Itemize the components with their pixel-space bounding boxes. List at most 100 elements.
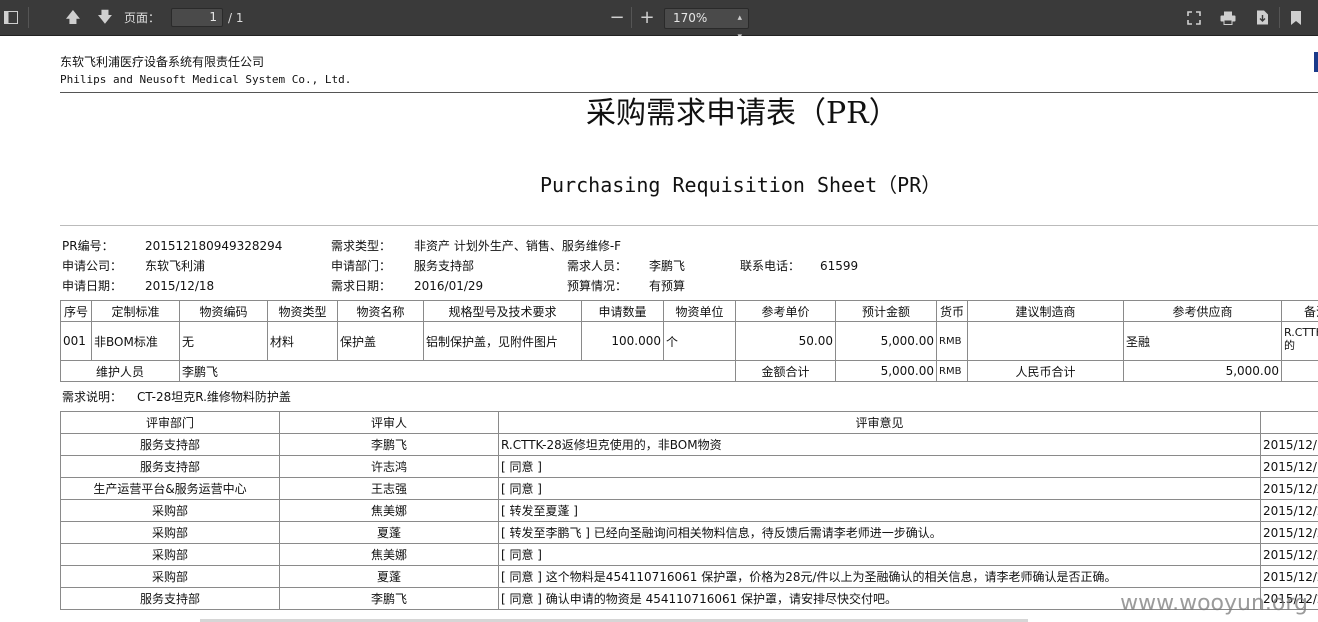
review-person: 焦美娜 bbox=[279, 543, 499, 566]
page-number-input[interactable]: 1 bbox=[171, 8, 223, 27]
review-person: 李鹏飞 bbox=[279, 433, 499, 456]
col-header: 评审人 bbox=[279, 411, 499, 434]
total-amount: 5,000.00 bbox=[835, 360, 937, 382]
download-icon bbox=[1256, 10, 1268, 25]
review-person: 许志鸿 bbox=[279, 455, 499, 478]
requester-label: 需求人员： bbox=[567, 259, 628, 273]
item-seq: 001 bbox=[60, 321, 92, 361]
zoom-value: 170% bbox=[673, 11, 708, 25]
review-date: 2015/12/2 bbox=[1260, 565, 1318, 588]
review-dept: 采购部 bbox=[60, 543, 280, 566]
minus-icon: − bbox=[609, 6, 625, 28]
col-header: 规格型号及技术要求 bbox=[423, 300, 582, 322]
phone-label: 联系电话： bbox=[740, 259, 801, 273]
item-code: 无 bbox=[179, 321, 268, 361]
fullscreen-button[interactable] bbox=[1184, 0, 1204, 35]
total-remark bbox=[1281, 360, 1318, 382]
review-date: 2015/12/2 bbox=[1260, 521, 1318, 544]
plus-icon: + bbox=[639, 6, 655, 28]
item-currency: RMB bbox=[936, 321, 968, 361]
pdf-page: 东软飞利浦医疗设备系统有限责任公司 Philips and Neusoft Me… bbox=[0, 36, 1318, 622]
item-type: 材料 bbox=[267, 321, 338, 361]
sidebar-toggle-button[interactable] bbox=[0, 0, 22, 35]
zoom-select[interactable]: 170% ▴▾ bbox=[664, 8, 749, 42]
item-amount: 5,000.00 bbox=[835, 321, 937, 361]
review-row: 服务支持部 许志鸿 [ 同意 ] 2015/12/1 bbox=[60, 455, 1318, 478]
pr-number-label: PR编号： bbox=[62, 239, 114, 253]
budget-label: 预算情况： bbox=[567, 279, 628, 293]
item-manufacturer bbox=[967, 321, 1124, 361]
review-row: 采购部 夏蓬 [ 同意 ] 这个物料是454110716061 保护罩，价格为2… bbox=[60, 565, 1318, 588]
item-unit: 个 bbox=[663, 321, 736, 361]
rmb-total: 5,000.00 bbox=[1123, 360, 1282, 382]
previous-page-button[interactable]: 🡅 bbox=[62, 0, 84, 35]
col-header: 货币 bbox=[936, 300, 968, 322]
fullscreen-icon bbox=[1187, 10, 1201, 25]
total-row: 维护人员 李鹏飞 金额合计 5,000.00 RMB 人民币合计 5,000.0… bbox=[60, 360, 1318, 382]
company-name-en: Philips and Neusoft Medical System Co., … bbox=[60, 73, 352, 86]
maintainer-label: 维护人员 bbox=[60, 360, 180, 382]
review-date: 2015/12/1 bbox=[1260, 455, 1318, 478]
review-dept: 服务支持部 bbox=[60, 455, 280, 478]
item-standard: 非BOM标准 bbox=[91, 321, 180, 361]
review-row: 服务支持部 李鹏飞 R.CTTK-28返修坦克使用的，非BOM物资 2015/1… bbox=[60, 433, 1318, 456]
download-button[interactable] bbox=[1251, 0, 1273, 35]
item-remark: R.CTTK 的 bbox=[1281, 321, 1318, 361]
review-dept: 服务支持部 bbox=[60, 433, 280, 456]
item-remark-line2: 的 bbox=[1284, 339, 1295, 352]
review-opinion: [ 同意 ] bbox=[498, 455, 1261, 478]
col-header: 物资类型 bbox=[267, 300, 338, 322]
zoom-out-button[interactable]: − bbox=[606, 0, 628, 35]
company-name-cn: 东软飞利浦医疗设备系统有限责任公司 bbox=[60, 55, 265, 69]
col-header: 评审部门 bbox=[60, 411, 280, 434]
item-name: 保护盖 bbox=[337, 321, 424, 361]
col-header: 预计金额 bbox=[835, 300, 937, 322]
department-value: 服务支持部 bbox=[414, 259, 475, 273]
printer-icon bbox=[1220, 11, 1236, 25]
col-header-date bbox=[1260, 411, 1318, 434]
pr-number: 201512180949328294 bbox=[145, 239, 283, 253]
review-opinion: [ 同意 ] 这个物料是454110716061 保护罩，价格为28元/件以上为… bbox=[498, 565, 1261, 588]
review-opinion: [ 同意 ] bbox=[498, 477, 1261, 500]
review-row: 采购部 焦美娜 [ 转发至夏蓬 ] 2015/12/2 bbox=[60, 499, 1318, 522]
total-label: 金额合计 bbox=[735, 360, 836, 382]
col-header: 物资单位 bbox=[663, 300, 736, 322]
col-header: 申请数量 bbox=[581, 300, 664, 322]
print-button[interactable] bbox=[1217, 0, 1239, 35]
next-page-button[interactable]: 🡇 bbox=[94, 0, 116, 35]
description-value: CT-28坦克R.维修物料防护盖 bbox=[137, 390, 291, 404]
header-rule bbox=[60, 92, 1318, 93]
items-table: 序号 定制标准 物资编码 物资类型 物资名称 规格型号及技术要求 申请数量 物资… bbox=[60, 300, 1318, 382]
requester-value: 李鹏飞 bbox=[649, 259, 686, 273]
title-rule bbox=[60, 225, 1318, 226]
watermark: www.wooyun.org bbox=[1120, 591, 1308, 616]
budget-value: 有预算 bbox=[649, 279, 686, 293]
title-en: Purchasing Requisition Sheet（PR） bbox=[540, 173, 942, 197]
review-opinion: [ 转发至夏蓬 ] bbox=[498, 499, 1261, 522]
col-header: 建议制造商 bbox=[967, 300, 1124, 322]
review-row: 采购部 焦美娜 [ 同意 ] 2015/12/2 bbox=[60, 543, 1318, 566]
arrow-down-icon: 🡇 bbox=[97, 8, 113, 26]
bookmark-button[interactable] bbox=[1286, 0, 1306, 35]
review-person: 王志强 bbox=[279, 477, 499, 500]
review-dept: 生产运营平台&服务运营中心 bbox=[60, 477, 280, 500]
review-row: 生产运营平台&服务运营中心 王志强 [ 同意 ] 2015/12/2 bbox=[60, 477, 1318, 500]
page-total: / 1 bbox=[228, 0, 248, 35]
review-opinion: [ 同意 ] bbox=[498, 543, 1261, 566]
review-dept: 服务支持部 bbox=[60, 587, 280, 610]
review-dept: 采购部 bbox=[60, 521, 280, 544]
review-person: 李鹏飞 bbox=[279, 587, 499, 610]
maintainer-value: 李鹏飞 bbox=[179, 360, 736, 382]
phone-value: 61599 bbox=[820, 259, 859, 273]
review-date: 2015/12/2 bbox=[1260, 499, 1318, 522]
apply-date: 2015/12/18 bbox=[145, 279, 215, 293]
review-date: 2015/12/2 bbox=[1260, 543, 1318, 566]
col-header: 参考单价 bbox=[735, 300, 836, 322]
review-date: 2015/12/1 bbox=[1260, 433, 1318, 456]
title-cn: 采购需求申请表（PR） bbox=[586, 96, 899, 131]
zoom-in-button[interactable]: + bbox=[636, 0, 658, 35]
rmb-total-label: 人民币合计 bbox=[967, 360, 1124, 382]
page-edge-mark bbox=[1314, 52, 1318, 72]
col-header: 参考供应商 bbox=[1123, 300, 1282, 322]
company-label: 申请公司： bbox=[62, 259, 123, 273]
